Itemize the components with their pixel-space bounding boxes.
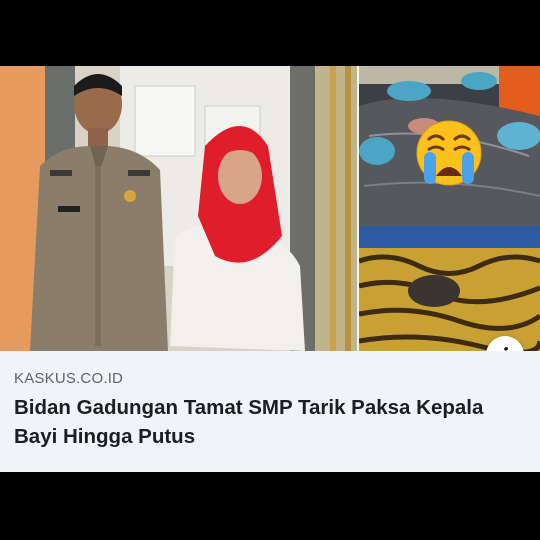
article-headline[interactable]: Bidan Gadungan Tamat SMP Tarik Paksa Kep… <box>14 393 514 451</box>
crying-face-emoji-icon <box>416 120 482 186</box>
preview-image[interactable]: i <box>0 66 540 351</box>
photo-left-illustration <box>0 66 357 351</box>
info-icon: i <box>501 343 509 351</box>
photo-right-illustration <box>359 66 540 351</box>
source-domain: KASKUS.CO.ID <box>14 370 124 387</box>
photo-officer-and-woman <box>0 66 357 351</box>
link-caption[interactable]: KASKUS.CO.ID Bidan Gadungan Tamat SMP Ta… <box>0 351 540 472</box>
link-preview-card[interactable]: i KASKUS.CO.ID Bidan Gadungan Tamat SMP … <box>0 66 540 472</box>
photo-right-collage <box>359 66 540 351</box>
